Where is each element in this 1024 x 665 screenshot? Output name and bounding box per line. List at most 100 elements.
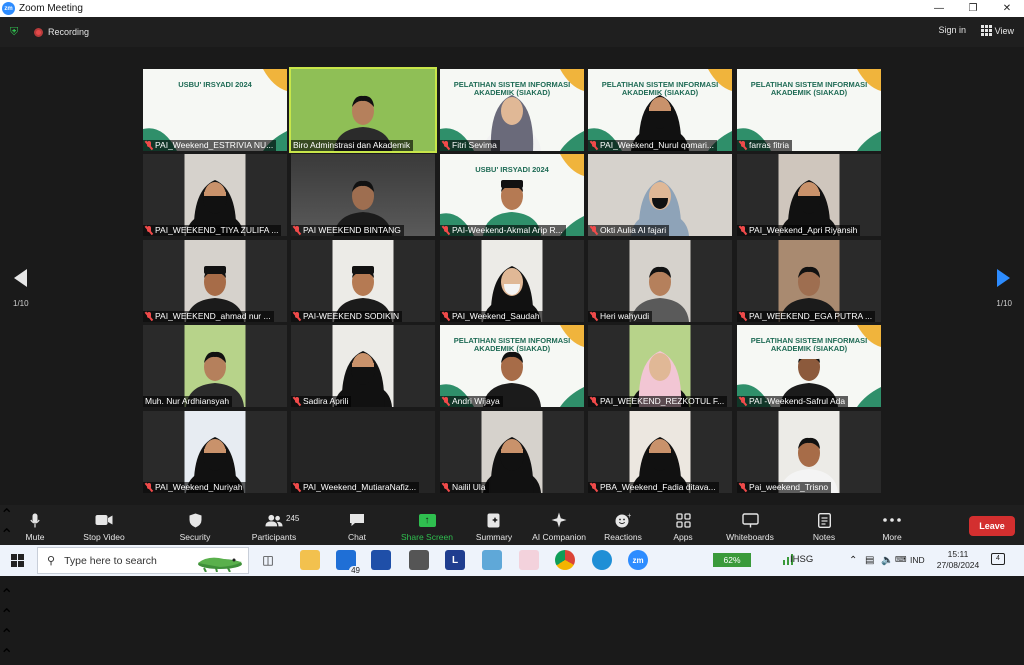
participant-name: Okti Aulia Al fajari xyxy=(600,225,667,235)
participant-video-tile[interactable]: Sadira Aprili xyxy=(291,325,435,407)
previous-page-icon[interactable] xyxy=(14,269,27,287)
tray-chevron-up-icon[interactable]: ⌃ xyxy=(849,555,857,566)
windows-start-icon[interactable] xyxy=(11,554,24,567)
participant-name: PAI_Weekend_Nurul qomari... xyxy=(600,140,715,150)
participant-name: PAI-WEEKEND SODIKIN xyxy=(303,311,400,321)
participant-video-tile[interactable]: PAI_Weekend_Saudah xyxy=(440,240,584,322)
participant-name: Pai_weekend_Trisno xyxy=(749,482,829,492)
apps-button[interactable]: Apps xyxy=(671,505,695,545)
slide-title: USBU' IRSYADI 2024 xyxy=(178,80,252,89)
participant-video-tile[interactable]: Nailil Ula xyxy=(440,411,584,493)
participant-video-tile[interactable]: Heri wahyudi xyxy=(588,240,732,322)
camera-app-icon[interactable] xyxy=(409,550,429,570)
participant-name-label: PAI_WEEKEND_TIYA ZULIFA ... xyxy=(143,225,282,236)
zoom-app-icon: zm xyxy=(2,2,15,15)
security-button[interactable]: Security xyxy=(176,505,214,545)
participant-video-tile[interactable]: PELATIHAN SISTEM INFORMASI AKADEMIK (SIA… xyxy=(737,69,881,151)
recording-icon xyxy=(34,27,43,37)
muted-microphone-icon xyxy=(590,226,598,235)
notes-button[interactable]: Notes xyxy=(810,505,838,545)
participant-video-tile[interactable]: Biro Adminstrasi dan Akademik xyxy=(289,67,437,153)
participant-video-tile[interactable]: Pai_weekend_Trisno xyxy=(737,411,881,493)
muted-microphone-icon xyxy=(739,397,747,406)
muted-microphone-icon xyxy=(739,312,747,321)
stock-ticker[interactable]: IHSG xyxy=(790,554,813,565)
participant-video-tile[interactable]: PAI_WEEKEND_TIYA ZULIFA ... xyxy=(143,154,287,236)
chrome-icon[interactable] xyxy=(555,550,575,570)
input-language[interactable]: IND xyxy=(910,555,925,565)
apps-options-chevron-icon[interactable]: ⌃ xyxy=(0,605,1024,625)
participant-video-tile[interactable]: Okti Aulia Al fajari xyxy=(588,154,732,236)
participant-video-tile[interactable]: PAI_Weekend_Nuriyah xyxy=(143,411,287,493)
next-page-icon[interactable] xyxy=(997,269,1010,287)
participant-name-label: Muh. Nur Ardhiansyah xyxy=(143,396,233,407)
store-icon[interactable] xyxy=(371,550,391,570)
participant-video-tile[interactable]: PAI_Weekend_MutiaraNafiz... xyxy=(291,411,435,493)
launcher-l-icon[interactable]: L xyxy=(445,550,465,570)
notes-app-icon[interactable] xyxy=(482,550,502,570)
summary-icon xyxy=(485,512,503,528)
participants-button[interactable]: 245 Participants xyxy=(250,505,300,545)
mute-button[interactable]: Mute xyxy=(20,505,50,545)
chat-button[interactable]: Chat xyxy=(345,505,369,545)
participant-name-label: Sadira Aprili xyxy=(291,396,352,407)
participant-name: PAI_Weekend_Saudah xyxy=(452,311,540,321)
participant-video-tile[interactable]: PAI-WEEKEND SODIKIN xyxy=(291,240,435,322)
participant-video-tile[interactable]: PBA_Weekend_Fadia ditava... xyxy=(588,411,732,493)
muted-microphone-icon xyxy=(739,483,747,492)
restore-icon[interactable]: ❐ xyxy=(956,0,990,17)
participant-video-tile[interactable]: PELATIHAN SISTEM INFORMASI AKADEMIK (SIA… xyxy=(588,69,732,151)
recording-label[interactable]: Recording xyxy=(48,27,89,37)
system-clock[interactable]: 15:11 27/08/2024 xyxy=(935,549,981,571)
view-button[interactable]: View xyxy=(980,25,1014,36)
participant-video-tile[interactable]: PAI_WEEKEND_ahmad nur ... xyxy=(143,240,287,322)
taskbar-search-box[interactable]: ⚲ Type here to search xyxy=(37,547,249,574)
leave-button[interactable]: Leave xyxy=(969,516,1015,536)
notification-center-icon[interactable]: 4 xyxy=(991,553,1005,565)
shield-icon[interactable]: ⛨ xyxy=(10,26,21,38)
sign-in-button[interactable]: Sign in xyxy=(938,25,966,35)
edge-browser-icon[interactable] xyxy=(592,550,612,570)
participant-name: PAI_WEEKEND_EGA PUTRA ... xyxy=(749,311,873,321)
file-explorer-icon[interactable] xyxy=(300,550,320,570)
svg-text:+: + xyxy=(627,513,631,520)
network-icon[interactable]: ▤ xyxy=(865,555,874,566)
speaker-icon[interactable]: 🔈 xyxy=(881,555,893,566)
minimize-icon[interactable]: — xyxy=(922,0,956,17)
zoom-taskbar-icon[interactable]: zm xyxy=(628,550,648,570)
summary-button[interactable]: Summary xyxy=(474,505,514,545)
mail-icon[interactable]: 49 xyxy=(336,550,362,575)
whiteboards-button[interactable]: Whiteboards xyxy=(724,505,776,545)
page-indicator-left: 1/10 xyxy=(13,299,29,308)
participant-video-tile[interactable]: PAI_WEEKEND_EGA PUTRA ... xyxy=(737,240,881,322)
participant-video-tile[interactable]: PAI_WEEKEND_REZKOTUL F... xyxy=(588,325,732,407)
participant-name-label: Fitri Sevima xyxy=(440,140,500,151)
keyboard-icon[interactable]: ⌨ xyxy=(895,555,907,564)
participant-video-tile[interactable]: PELATIHAN SISTEM INFORMASI AKADEMIK (SIA… xyxy=(440,69,584,151)
participant-video-tile[interactable]: USBU' IRSYADI 2024 PAI_Weekend_ESTRIVIA N… xyxy=(143,69,287,151)
stop-video-button[interactable]: Stop Video xyxy=(80,505,128,545)
share-options-chevron-icon[interactable]: ⌃ xyxy=(0,585,1024,605)
participant-video-tile[interactable]: PELATIHAN SISTEM INFORMASI AKADEMIK (SIA… xyxy=(440,325,584,407)
notes-options-chevron-icon[interactable]: ⌃ xyxy=(0,645,1024,665)
participant-name: PAI_WEEKEND_ahmad nur ... xyxy=(155,311,271,321)
close-icon[interactable]: ✕ xyxy=(990,0,1024,17)
paint-app-icon[interactable] xyxy=(519,550,539,570)
crocodile-illustration-icon xyxy=(198,557,242,572)
people-icon: 245 xyxy=(265,512,299,528)
participant-video-tile[interactable]: Muh. Nur Ardhiansyah xyxy=(143,325,287,407)
search-placeholder: Type here to search xyxy=(64,554,157,567)
whiteboards-options-chevron-icon[interactable]: ⌃ xyxy=(0,625,1024,645)
reactions-button[interactable]: + Reactions xyxy=(603,505,643,545)
summary-label: Summary xyxy=(475,532,513,542)
participant-video-tile[interactable]: PELATIHAN SISTEM INFORMASI AKADEMIK (SIA… xyxy=(737,325,881,407)
ai-companion-button[interactable]: AI Companion xyxy=(530,505,588,545)
participant-video-tile[interactable]: PAI_Weekend_Apri Riyansih xyxy=(737,154,881,236)
participant-video-tile[interactable]: USBU' IRSYADI 2024 PAI-Weekend-Akmal Arip… xyxy=(440,154,584,236)
more-button[interactable]: More xyxy=(878,505,906,545)
share-screen-button[interactable]: ↑ Share Screen xyxy=(401,505,453,545)
battery-indicator[interactable]: 62% xyxy=(713,553,751,567)
participant-video-tile[interactable]: PAI WEEKEND BINTANG xyxy=(291,154,435,236)
task-view-icon[interactable]: ◫ xyxy=(258,550,278,570)
chat-bubble-icon xyxy=(348,512,366,528)
